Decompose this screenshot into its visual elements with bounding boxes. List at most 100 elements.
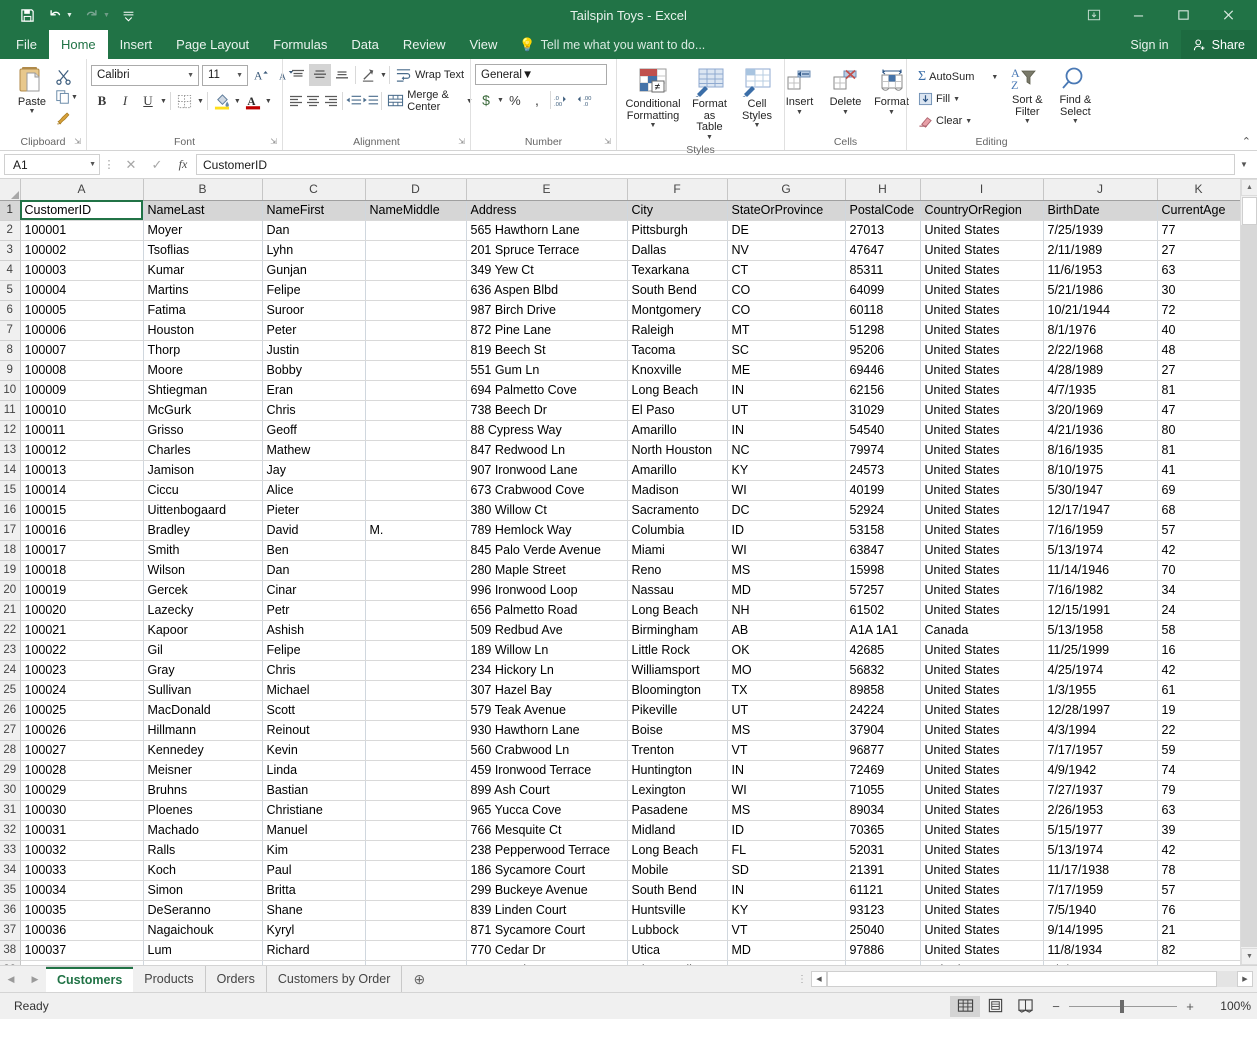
grid-cell[interactable]: 96877 — [845, 740, 920, 760]
grid-cell[interactable]: Richard — [262, 940, 365, 960]
grid-cell[interactable]: Jay — [262, 460, 365, 480]
grid-cell[interactable]: Christiane — [262, 800, 365, 820]
grid-cell[interactable]: Utica — [627, 940, 727, 960]
grid-cell[interactable] — [365, 540, 466, 560]
scroll-left-icon[interactable]: ◀ — [811, 971, 827, 987]
grid-cell[interactable]: 100006 — [20, 320, 143, 340]
grid-cell[interactable]: 307 Hazel Bay — [466, 680, 627, 700]
grid-cell[interactable]: United States — [920, 400, 1043, 420]
grid-cell[interactable]: CO — [727, 300, 845, 320]
grid-cell[interactable]: Pikeville — [627, 700, 727, 720]
grid-cell[interactable]: 89858 — [845, 680, 920, 700]
autosum-dropdown-icon[interactable]: ▼ — [991, 74, 998, 81]
header-cell[interactable]: StateOrProvince — [727, 200, 845, 220]
row-header[interactable]: 19 — [0, 560, 20, 580]
grid-cell[interactable]: Shtiegman — [143, 380, 262, 400]
grid-cell[interactable]: 22 — [1157, 720, 1240, 740]
grid-cell[interactable]: 7/25/1939 — [1043, 220, 1157, 240]
grid-cell[interactable]: United States — [920, 340, 1043, 360]
grid-cell[interactable]: SC — [727, 340, 845, 360]
grid-cell[interactable]: 68 — [1157, 500, 1240, 520]
grid-cell[interactable]: Michael — [262, 680, 365, 700]
grid-cell[interactable]: Fatima — [143, 300, 262, 320]
grid-cell[interactable]: United States — [920, 580, 1043, 600]
grid-cell[interactable]: South Bend — [627, 280, 727, 300]
grid-cell[interactable]: KY — [727, 460, 845, 480]
borders-dropdown-icon[interactable]: ▼ — [197, 98, 204, 105]
grid-cell[interactable]: Long Beach — [627, 600, 727, 620]
grid-cell[interactable]: Simon — [143, 880, 262, 900]
row-header[interactable]: 14 — [0, 460, 20, 480]
grid-cell[interactable]: 100024 — [20, 680, 143, 700]
grid-cell[interactable] — [365, 880, 466, 900]
ribbon-tab-review[interactable]: Review — [391, 30, 458, 59]
grid-cell[interactable]: Gunjan — [262, 260, 365, 280]
normal-view-icon[interactable] — [950, 996, 980, 1017]
grid-cell[interactable]: Birmingham — [627, 620, 727, 640]
horizontal-scroll-track[interactable] — [827, 971, 1237, 987]
grid-cell[interactable]: 2/22/1968 — [1043, 340, 1157, 360]
grid-cell[interactable]: 100032 — [20, 840, 143, 860]
ribbon-tab-view[interactable]: View — [457, 30, 509, 59]
grid-cell[interactable]: Chris — [262, 400, 365, 420]
grid-cell[interactable]: 802 Hawthorn Way — [466, 960, 627, 965]
format-cells-dropdown-icon[interactable]: ▼ — [888, 109, 895, 116]
grid-cell[interactable]: 76 — [1157, 900, 1240, 920]
ribbon-tab-formulas[interactable]: Formulas — [261, 30, 339, 59]
row-header[interactable]: 12 — [0, 420, 20, 440]
grid-cell[interactable]: NH — [727, 600, 845, 620]
grid-cell[interactable]: United States — [920, 680, 1043, 700]
grid-cell[interactable]: Kennedey — [143, 740, 262, 760]
grid-cell[interactable]: 100003 — [20, 260, 143, 280]
ribbon-tab-insert[interactable]: Insert — [108, 30, 165, 59]
name-box[interactable]: A1 ▼ — [4, 154, 100, 175]
header-cell[interactable]: CountryOrRegion — [920, 200, 1043, 220]
grid-cell[interactable]: ME — [727, 360, 845, 380]
grid-cell[interactable]: 4/3/1994 — [1043, 720, 1157, 740]
conditional-formatting-button[interactable]: ≠ Conditional Formatting ▼ — [622, 66, 684, 131]
grid-cell[interactable]: 69 — [1157, 480, 1240, 500]
header-cell[interactable]: City — [627, 200, 727, 220]
grid-cell[interactable]: 7/16/1982 — [1043, 580, 1157, 600]
grid-cell[interactable]: 100016 — [20, 520, 143, 540]
grid-cell[interactable]: 459 Ironwood Terrace — [466, 760, 627, 780]
grid-cell[interactable] — [365, 260, 466, 280]
grid-cell[interactable]: 100013 — [20, 460, 143, 480]
grid-cell[interactable]: DeSeranno — [143, 900, 262, 920]
grid-cell[interactable]: Trenton — [627, 740, 727, 760]
row-header[interactable]: 35 — [0, 880, 20, 900]
row-header[interactable]: 10 — [0, 380, 20, 400]
row-header[interactable]: 15 — [0, 480, 20, 500]
grid-cell[interactable]: 8/10/1975 — [1043, 460, 1157, 480]
grid-cell[interactable]: 4/21/1936 — [1043, 420, 1157, 440]
zoom-in-button[interactable]: + — [1184, 999, 1196, 1014]
row-header[interactable]: 29 — [0, 760, 20, 780]
ribbon-tab-home[interactable]: Home — [49, 30, 108, 59]
grid-cell[interactable]: 100008 — [20, 360, 143, 380]
minimize-button[interactable] — [1116, 0, 1161, 30]
italic-button[interactable]: I — [114, 90, 136, 112]
grid-cell[interactable]: MO — [727, 660, 845, 680]
grid-cell[interactable]: 7/27/1937 — [1043, 780, 1157, 800]
grid-cell[interactable]: 59 — [1157, 740, 1240, 760]
page-layout-view-icon[interactable] — [980, 996, 1010, 1017]
top-align-button[interactable] — [287, 64, 309, 86]
grid-cell[interactable]: UT — [727, 400, 845, 420]
grid-cell[interactable]: Bastian — [262, 780, 365, 800]
sheet-tab-customers[interactable]: Customers — [46, 966, 133, 992]
new-sheet-icon[interactable]: ⊕ — [402, 966, 436, 992]
grid-cell[interactable]: 81 — [1157, 380, 1240, 400]
grid-cell[interactable]: United States — [920, 560, 1043, 580]
grid-cell[interactable]: 694 Palmetto Cove — [466, 380, 627, 400]
grid-cell[interactable]: Sacramento — [627, 500, 727, 520]
grid-cell[interactable]: 40199 — [845, 480, 920, 500]
grid-cell[interactable]: KY — [727, 900, 845, 920]
grid-cell[interactable]: 16 — [1157, 640, 1240, 660]
zoom-out-button[interactable]: − — [1050, 999, 1062, 1014]
grid-cell[interactable]: 30 — [1157, 280, 1240, 300]
grid-cell[interactable]: Little Rock — [627, 640, 727, 660]
grid-cell[interactable] — [365, 860, 466, 880]
grid-cell[interactable] — [365, 500, 466, 520]
grid-cell[interactable] — [365, 220, 466, 240]
grid-cell[interactable]: 100002 — [20, 240, 143, 260]
